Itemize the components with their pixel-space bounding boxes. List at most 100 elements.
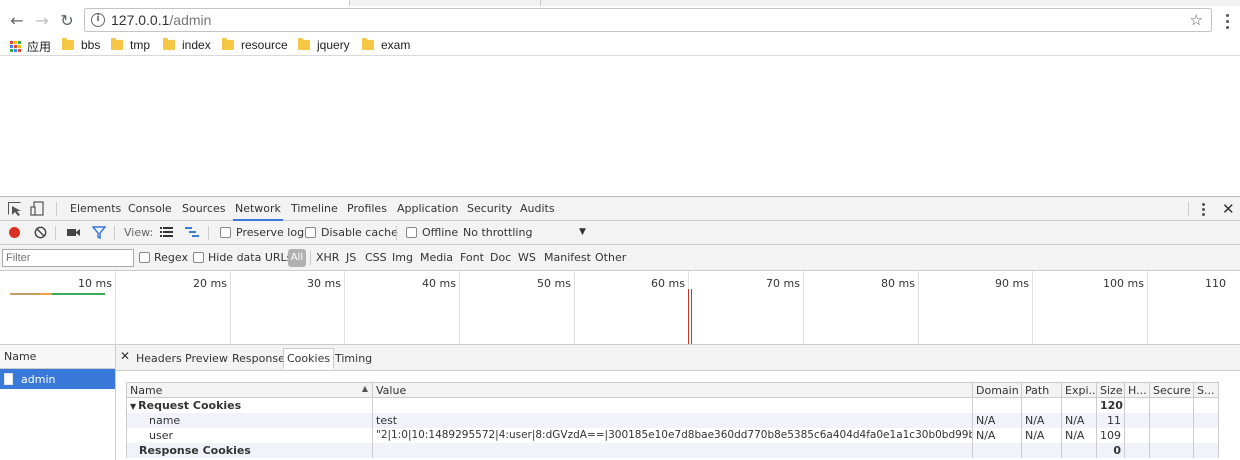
tab-audits[interactable]: Audits [520,202,555,215]
folder-icon [111,38,123,50]
type-filter-ws[interactable]: WS [518,251,536,264]
cookie-size: 109 [1096,427,1125,443]
column-header-secure[interactable]: Secure [1149,382,1194,398]
tab-sources[interactable]: Sources [182,202,226,215]
type-filter-js[interactable]: JS [346,251,356,264]
filter-funnel-icon[interactable] [91,226,107,240]
address-bar[interactable]: i 127.0.0.1/admin ☆ [84,8,1212,32]
column-header-name[interactable]: Name ▲ [126,382,373,398]
network-overview[interactable]: 10 ms 20 ms 30 ms 40 ms 50 ms 60 ms 70 m… [0,271,1240,345]
column-header-expires[interactable]: Expi... [1061,382,1097,398]
folder-icon [362,38,374,50]
filter-input[interactable] [2,249,134,267]
separator [1188,202,1189,216]
clear-icon[interactable] [34,226,47,239]
record-icon[interactable] [9,227,20,238]
sort-ascending-icon: ▲ [361,384,368,393]
request-row[interactable]: admin [0,369,115,389]
type-filter-css[interactable]: CSS [365,251,387,264]
cell-empty [1124,397,1150,413]
device-toolbar-icon[interactable] [30,201,46,216]
bookmark-bbs[interactable]: bbs [62,38,100,52]
document-icon [4,373,13,385]
network-toolbar: View: Preserve log Disable cache Offline… [0,221,1240,245]
bookmark-jquery[interactable]: jquery [298,38,350,52]
tab-timeline[interactable]: Timeline [291,202,338,215]
bookmark-index[interactable]: index [163,38,211,52]
cookie-name: user [126,427,373,443]
large-rows-icon[interactable] [160,227,173,238]
tab-profiles[interactable]: Profiles [347,202,387,215]
tab-preview[interactable]: Preview [185,352,228,365]
preserve-log-checkbox[interactable] [220,227,231,238]
type-filter-img[interactable]: Img [392,251,413,264]
cookie-row[interactable]: name test N/A N/A N/A 11 [126,412,1219,428]
separator [310,251,311,265]
close-detail-icon[interactable]: ✕ [120,349,130,363]
bookmark-exam[interactable]: exam [362,38,410,52]
overview-tick-label: 80 ms [881,277,915,290]
group-label: Request Cookies [138,398,242,412]
bookmark-star-icon[interactable]: ☆ [1190,11,1203,29]
type-filter-media[interactable]: Media [420,251,453,264]
cookie-name: name [126,412,373,428]
inspect-element-icon[interactable] [8,202,21,216]
forward-icon[interactable]: → [31,9,53,31]
cell-empty [372,397,973,413]
column-header-path[interactable]: Path [1021,382,1062,398]
devtools-menu-icon[interactable] [1202,203,1206,216]
tab-network[interactable]: Network [233,202,283,221]
bookmark-label: index [182,38,211,52]
tab-response[interactable]: Response [232,352,285,365]
cell-empty [1021,442,1062,458]
bookmark-tmp[interactable]: tmp [111,38,150,52]
screenshot-camera-icon[interactable] [67,227,81,238]
bookmark-resource[interactable]: resource [222,38,288,52]
hide-data-urls-checkbox[interactable] [193,252,204,263]
tab-console[interactable]: Console [128,202,172,215]
requests-header[interactable]: Name [0,345,115,369]
regex-checkbox[interactable] [139,252,150,263]
column-header-size[interactable]: Size [1096,382,1125,398]
column-header-domain[interactable]: Domain [972,382,1022,398]
tab-headers[interactable]: Headers [136,352,182,365]
type-filter-other[interactable]: Other [595,251,626,264]
reload-icon[interactable]: ↻ [56,9,78,31]
cell-empty [1149,442,1194,458]
request-cookies-group-row[interactable]: ▼ Request Cookies 120 [126,397,1219,413]
type-filter-all[interactable]: All [288,249,306,267]
cookie-domain: N/A [972,412,1022,428]
close-devtools-icon[interactable]: ✕ [1222,200,1235,218]
cell-empty [1061,442,1097,458]
tab-timing[interactable]: Timing [335,352,372,365]
apps-shortcut[interactable]: 应用 [10,38,51,55]
tab-elements[interactable]: Elements [70,202,121,215]
separator [208,226,209,240]
view-label: View: [124,226,154,239]
response-cookies-group-row[interactable]: Response Cookies 0 [126,442,1219,458]
cookie-size: 11 [1096,412,1125,428]
throttling-select[interactable]: No throttling ▼ [463,226,588,240]
type-filter-doc[interactable]: Doc [490,251,511,264]
type-filter-xhr[interactable]: XHR [316,251,339,264]
browser-menu-icon[interactable] [1220,14,1234,32]
url-text: 127.0.0.1/admin [111,12,211,28]
cell-empty [1021,397,1062,413]
info-icon[interactable]: i [91,13,105,27]
overview-tick-label: 30 ms [307,277,341,290]
cell-empty [1061,397,1097,413]
cookie-row[interactable]: user "2|1:0|10:1489295572|4:user|8:dGVzd… [126,427,1219,443]
column-header-value[interactable]: Value [372,382,973,398]
group-title: ▼ Request Cookies [126,397,373,413]
type-filter-font[interactable]: Font [460,251,484,264]
disable-cache-checkbox[interactable] [305,227,316,238]
waterfall-icon[interactable] [185,227,199,238]
column-header-samesite[interactable]: S... [1193,382,1219,398]
back-icon[interactable]: ← [6,9,28,31]
tab-cookies[interactable]: Cookies [283,348,335,369]
offline-checkbox[interactable] [406,227,417,238]
tab-application[interactable]: Application [397,202,458,215]
tab-security[interactable]: Security [467,202,512,215]
type-filter-manifest[interactable]: Manifest [544,251,591,264]
column-header-httponly[interactable]: H... [1124,382,1150,398]
